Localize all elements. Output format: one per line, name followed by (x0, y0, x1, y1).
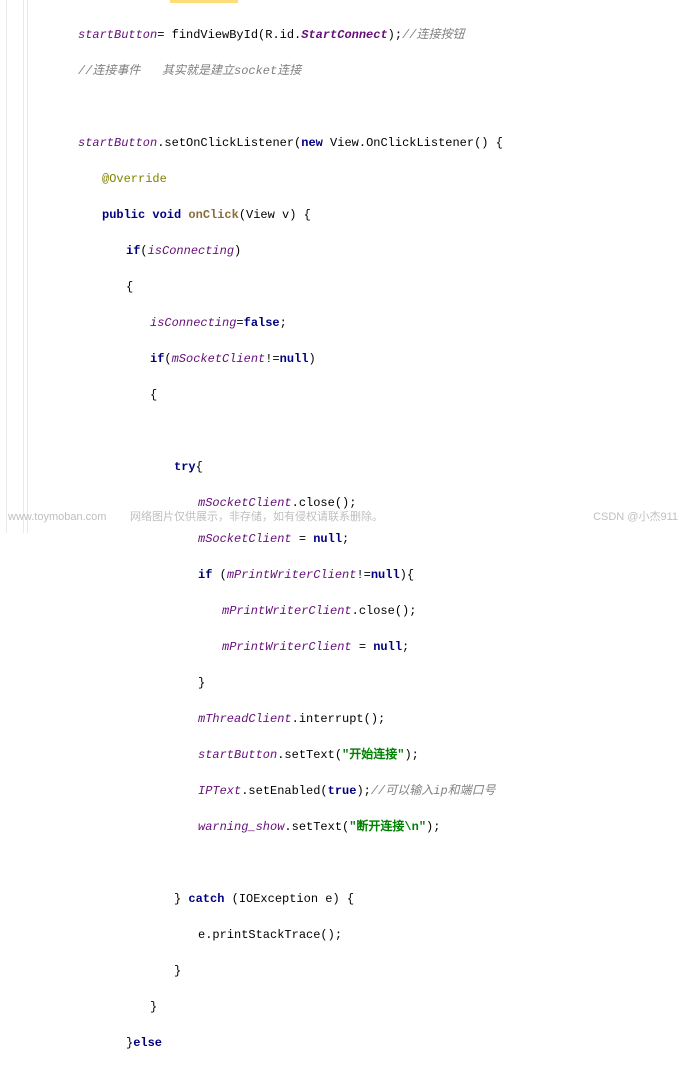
code-line: } (30, 998, 682, 1016)
tab-indicator (170, 0, 238, 3)
watermark-middle: 网络图片仅供展示，非存储，如有侵权请联系删除。 (130, 509, 383, 526)
code-line: @Override (30, 170, 682, 188)
code-line: } catch (IOException e) { (30, 890, 682, 908)
code-line: startButton.setOnClickListener(new View.… (30, 134, 682, 152)
code-line: isConnecting=false; (30, 314, 682, 332)
code-line: public void onClick(View v) { (30, 206, 682, 224)
gutter (0, 0, 28, 533)
code-line: e.printStackTrace(); (30, 926, 682, 944)
code-line: if (mPrintWriterClient!=null){ (30, 566, 682, 584)
code-line: } (30, 674, 682, 692)
code-line: IPText.setEnabled(true);//可以输入ip和端口号 (30, 782, 682, 800)
code-line: if(mSocketClient!=null) (30, 350, 682, 368)
code-line: { (30, 278, 682, 296)
watermark-right: CSDN @小杰911 (593, 509, 678, 526)
code-line: if(isConnecting) (30, 242, 682, 260)
code-line: warning_show.setText("断开连接\n"); (30, 818, 682, 836)
code-line (30, 422, 682, 440)
code-line (30, 98, 682, 116)
code-line: mPrintWriterClient.close(); (30, 602, 682, 620)
code-line: mPrintWriterClient = null; (30, 638, 682, 656)
code-line: } (30, 962, 682, 980)
code-area: startButton= findViewById(R.id.StartConn… (30, 8, 682, 1066)
code-line: startButton.setText("开始连接"); (30, 746, 682, 764)
code-line: try{ (30, 458, 682, 476)
code-line: startButton= findViewById(R.id.StartConn… (30, 26, 682, 44)
gutter-inner (6, 0, 24, 533)
code-line: //连接事件 其实就是建立socket连接 (30, 62, 682, 80)
code-line (30, 854, 682, 872)
code-line: mThreadClient.interrupt(); (30, 710, 682, 728)
code-line: { (30, 386, 682, 404)
code-line: }else (30, 1034, 682, 1052)
watermark-left: www.toymoban.com (8, 509, 106, 526)
